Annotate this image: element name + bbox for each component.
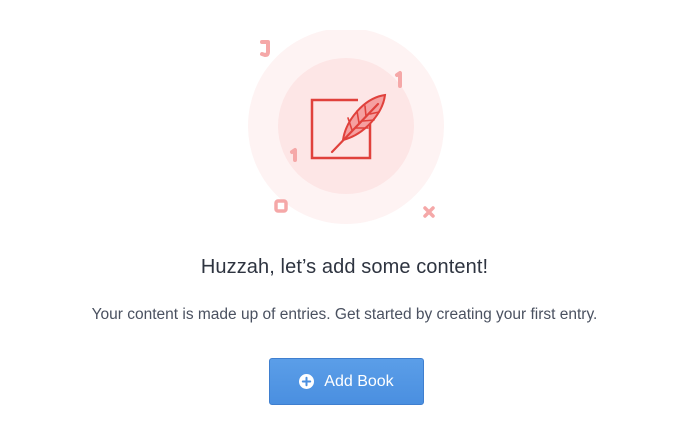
plus-circle-icon bbox=[299, 374, 315, 389]
empty-state-headline: Huzzah, let’s add some content! bbox=[200, 256, 489, 278]
empty-state-illustration bbox=[240, 30, 460, 230]
add-book-button[interactable]: Add Book bbox=[269, 358, 424, 405]
decorative-x-icon bbox=[423, 206, 435, 218]
empty-state: Huzzah, let’s add some content! Your con… bbox=[0, 0, 689, 435]
empty-state-description: Your content is made up of entries. Get … bbox=[91, 306, 598, 323]
add-book-button-label: Add Book bbox=[324, 372, 394, 390]
decorative-square-icon bbox=[274, 199, 288, 213]
decorative-j-icon bbox=[260, 40, 270, 57]
